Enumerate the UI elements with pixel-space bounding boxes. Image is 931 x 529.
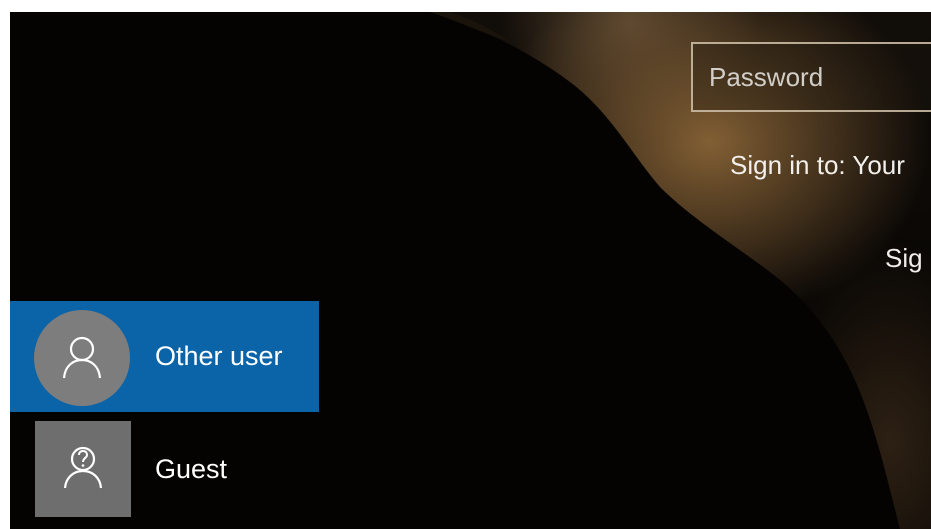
person-icon xyxy=(62,336,102,379)
avatar xyxy=(34,310,130,406)
user-item-other-user[interactable]: Other user xyxy=(10,301,319,412)
sign-in-options-link[interactable]: Sig xyxy=(885,243,923,274)
user-item-label: Other user xyxy=(155,341,283,371)
user-item-guest[interactable]: Guest xyxy=(35,421,335,518)
user-item-label: Guest xyxy=(155,454,228,484)
password-input[interactable] xyxy=(691,42,931,112)
lock-screen: Sign in to: Your Sig Other user Guest xyxy=(0,0,931,529)
avatar xyxy=(35,421,131,517)
sign-in-to-label: Sign in to: Your xyxy=(730,150,905,180)
guest-icon xyxy=(63,446,103,489)
